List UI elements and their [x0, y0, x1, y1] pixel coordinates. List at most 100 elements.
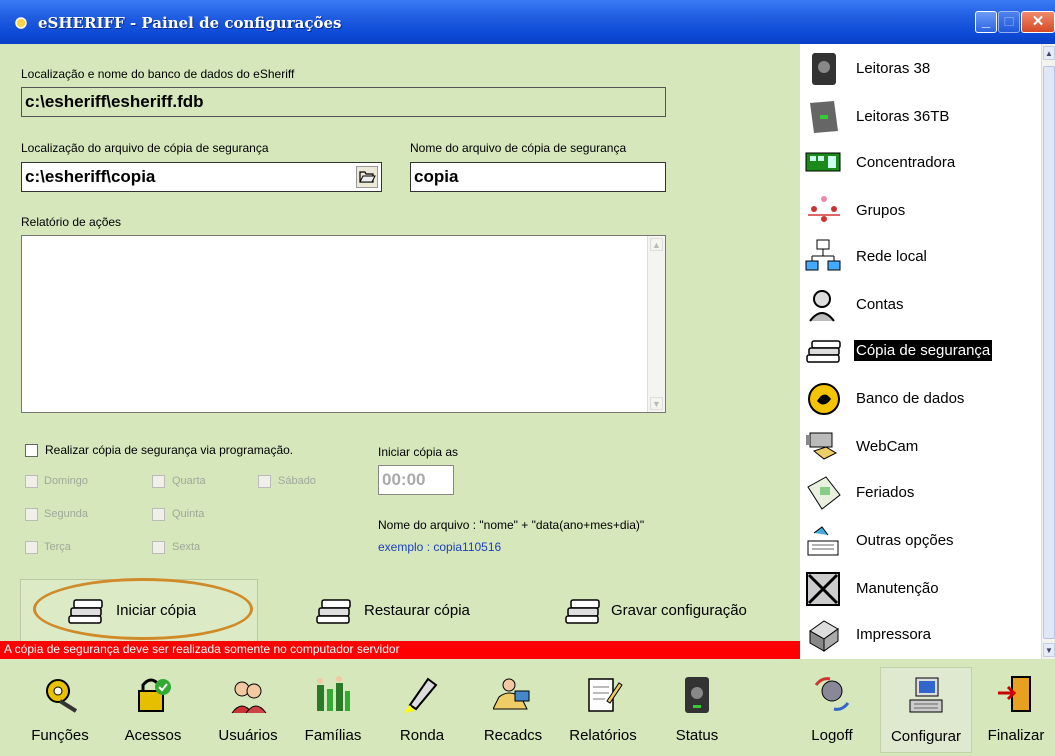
close-button[interactable]: ✕	[1021, 11, 1055, 33]
toolbar-label: Status	[675, 727, 719, 744]
day-label-segunda: Segunda	[44, 508, 89, 520]
sidebar-label: Banco de dados	[856, 390, 965, 407]
minimize-button[interactable]: _	[975, 11, 997, 33]
day-checkbox-segunda[interactable]	[25, 508, 38, 521]
scroll-up-icon[interactable]: ▲	[650, 238, 663, 251]
toolbar-label: Famílias	[304, 727, 362, 744]
sidebar-item-banco-de-dados[interactable]: Banco de dados	[800, 376, 1025, 422]
sidebar-item-grupos[interactable]: Grupos	[800, 188, 1025, 234]
toolbar-status[interactable]: Status	[655, 667, 739, 753]
report-textarea[interactable]: ▲ ▼	[21, 235, 666, 413]
schedule-checkbox[interactable]	[25, 444, 38, 457]
webcam-icon	[806, 432, 838, 460]
db-location-field[interactable]: c:\esheriff\esheriff.fdb	[21, 87, 666, 117]
network-icon	[805, 239, 841, 271]
toolbar-acessos[interactable]: Acessos	[110, 667, 196, 753]
database-icon	[808, 383, 840, 415]
sidebar-label: Outras opções	[856, 532, 954, 549]
scrollbar-thumb[interactable]	[1043, 66, 1055, 639]
exit-icon	[998, 676, 1031, 712]
reader-36tb-icon	[810, 101, 838, 133]
filename-example: exemplo : copia110516	[378, 540, 502, 554]
sidebar-label: Leitoras 38	[856, 60, 931, 77]
sidebar-item-webcam[interactable]: WebCam	[800, 424, 1025, 470]
reports-icon	[588, 678, 623, 712]
drive-icon	[565, 599, 600, 624]
toolbar-relatorios[interactable]: Relatórios	[558, 667, 648, 753]
report-label: Relatório de ações	[21, 215, 122, 229]
window-title: eSHERIFF - Painel de configurações	[38, 14, 342, 32]
toolbar-logoff[interactable]: Logoff	[797, 667, 867, 753]
toolbar-label: Acessos	[124, 727, 182, 744]
settings-sidebar: Leitoras 38 Leitoras 36TB Concentradora …	[800, 44, 1041, 659]
toolbar-usuarios[interactable]: Usuários	[205, 667, 291, 753]
toolbar-configurar[interactable]: Configurar	[880, 667, 972, 753]
toolbar-funcoes[interactable]: Funções	[20, 667, 100, 753]
drive-icon	[316, 599, 351, 624]
access-icon	[138, 678, 171, 712]
sidebar-item-impressora[interactable]: Impressora	[800, 612, 1025, 658]
families-icon	[317, 676, 350, 711]
day-checkbox-quarta[interactable]	[152, 475, 165, 488]
start-time-input[interactable]: 00:00	[378, 465, 454, 495]
browse-folder-button[interactable]	[356, 166, 378, 188]
configure-icon	[909, 677, 943, 713]
scroll-down-icon[interactable]: ▼	[1043, 643, 1055, 657]
report-scrollbar[interactable]: ▲ ▼	[647, 236, 665, 412]
filename-hint: Nome do arquivo : "nome" + "data(ano+mes…	[378, 518, 645, 532]
sidebar-label: Feriados	[856, 484, 915, 501]
reader-icon	[812, 53, 836, 85]
toolbar-ronda[interactable]: Ronda	[383, 667, 461, 753]
day-checkbox-sabado[interactable]	[258, 475, 271, 488]
sidebar-item-concentradora[interactable]: Concentradora	[800, 140, 1025, 186]
day-checkbox-quinta[interactable]	[152, 508, 165, 521]
sidebar-item-leitoras-36tb[interactable]: Leitoras 36TB	[800, 94, 1025, 140]
toolbar-label: Finalizar	[987, 727, 1045, 744]
backup-name-input[interactable]: copia	[410, 162, 666, 192]
backup-location-input[interactable]: c:\esheriff\copia	[21, 162, 382, 192]
sidebar-item-feriados[interactable]: Feriados	[800, 470, 1025, 516]
sidebar-label: Cópia de segurança	[854, 340, 993, 361]
sidebar-label: WebCam	[856, 438, 919, 455]
restore-copy-label: Restaurar cópia	[364, 602, 470, 619]
functions-icon	[46, 679, 78, 713]
accounts-icon	[809, 290, 835, 322]
maximize-button[interactable]: □	[998, 11, 1020, 33]
day-label-terca: Terça	[44, 541, 71, 553]
scroll-up-icon[interactable]: ▲	[1043, 46, 1055, 60]
scroll-down-icon[interactable]: ▼	[650, 397, 663, 410]
toolbar-label: Logoff	[811, 727, 853, 744]
holidays-icon	[807, 476, 841, 510]
day-label-domingo: Domingo	[44, 475, 89, 487]
save-config-label: Gravar configuração	[611, 602, 747, 619]
main-toolbar: Funções Acessos Usuários Famílias Ronda	[0, 659, 1055, 756]
sidebar-item-copia-de-seguranca[interactable]: Cópia de segurança	[800, 328, 1025, 374]
day-label-sexta: Sexta	[172, 541, 201, 553]
sidebar-label: Rede local	[856, 248, 927, 265]
sidebar-label: Impressora	[856, 626, 932, 643]
sidebar-scrollbar[interactable]: ▲ ▼	[1041, 44, 1055, 659]
day-label-sabado: Sábado	[278, 475, 316, 487]
day-checkbox-sexta[interactable]	[152, 541, 165, 554]
groups-icon	[808, 196, 840, 222]
toolbar-recadcs[interactable]: Recadcs	[470, 667, 556, 753]
title-bar[interactable]: eSHERIFF - Painel de configurações _ □ ✕	[0, 0, 1055, 44]
maximize-icon: □	[1004, 13, 1014, 30]
toolbar-familias[interactable]: Famílias	[293, 667, 373, 753]
toolbar-label: Funções	[31, 727, 89, 744]
toolbar-label: Configurar	[890, 728, 962, 745]
sidebar-item-outras-opcoes[interactable]: Outras opções	[800, 518, 1025, 564]
sidebar-item-leitoras-38[interactable]: Leitoras 38	[800, 46, 1025, 92]
save-config-button[interactable]: Gravar configuração	[565, 590, 785, 632]
sidebar-item-rede-local[interactable]: Rede local	[800, 234, 1025, 280]
toolbar-label: Usuários	[218, 727, 278, 744]
toolbar-label: Ronda	[399, 727, 445, 744]
day-checkbox-terca[interactable]	[25, 541, 38, 554]
sidebar-item-manutencao[interactable]: Manutenção	[800, 566, 1025, 612]
restore-copy-button[interactable]: Restaurar cópia	[316, 590, 506, 632]
toolbar-finalizar[interactable]: Finalizar	[978, 667, 1054, 753]
highlight-oval	[33, 578, 253, 640]
day-checkbox-domingo[interactable]	[25, 475, 38, 488]
start-time-label: Iniciar cópia as	[378, 445, 459, 459]
sidebar-item-contas[interactable]: Contas	[800, 282, 1025, 328]
